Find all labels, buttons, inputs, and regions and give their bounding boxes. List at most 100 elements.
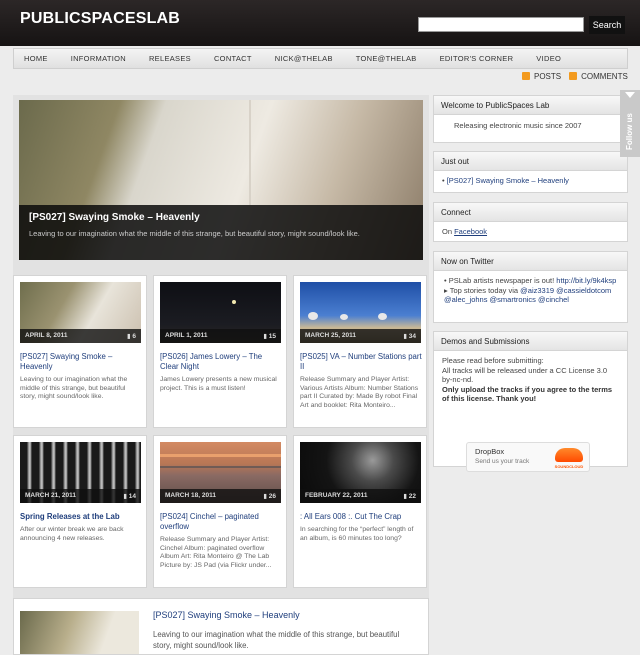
- soundcloud-logo: SOUNDCLOUD: [551, 446, 587, 470]
- nav-nick[interactable]: NICK@THELAB: [275, 49, 333, 68]
- demos-line: Please read before submitting:: [442, 356, 544, 365]
- post-card: APRIL 8, 2011 ▮ 6 [PS027] Swaying Smoke –…: [13, 275, 147, 428]
- tweet-text: PSLab artists newspaper is out!: [448, 276, 557, 285]
- connect-prefix: On: [442, 227, 455, 236]
- post-excerpt: Leaving to our imagination what the midd…: [20, 376, 128, 400]
- post-entry: [PS027] Swaying Smoke – Heavenly Leaving…: [13, 598, 429, 655]
- comment-count[interactable]: ▮ 14: [123, 492, 136, 500]
- comment-count[interactable]: ▮ 15: [263, 332, 276, 340]
- featured-description: Leaving to our imagination what the midd…: [29, 229, 360, 238]
- widget-just-out: Just out • [PS027] Swaying Smoke – Heave…: [433, 151, 628, 193]
- demos-line: All tracks will be released under a CC L…: [442, 365, 608, 385]
- soundcloud-dropbox[interactable]: DropBox Send us your track SOUNDCLOUD: [466, 442, 590, 472]
- post-excerpt: Leaving to our imagination what the midd…: [153, 630, 400, 650]
- dropbox-subtitle: Send us your track: [475, 458, 530, 465]
- post-title[interactable]: [PS027] Swaying Smoke – Heavenly: [20, 352, 142, 372]
- rss-icon: [569, 72, 578, 80]
- just-out-link[interactable]: [PS027] Swaying Smoke – Heavenly: [447, 176, 569, 185]
- comment-count[interactable]: ▮ 22: [403, 492, 416, 500]
- post-card: FEBRUARY 22, 2011 ▮ 22 : All Ears 008 :. …: [293, 435, 427, 588]
- post-thumbnail[interactable]: MARCH 25, 2011 ▮ 34: [300, 282, 421, 343]
- widget-title: Just out: [434, 152, 627, 171]
- widget-twitter: Now on Twitter • PSLab artists newspaper…: [433, 251, 628, 323]
- post-thumbnail[interactable]: [20, 611, 139, 654]
- search-button[interactable]: Search: [589, 16, 625, 34]
- widget-body: On Facebook: [434, 222, 627, 242]
- widget-welcome: Welcome to PublicSpaces Lab Releasing el…: [433, 95, 628, 143]
- post-meta-bar: FEBRUARY 22, 2011 ▮ 22: [300, 489, 421, 503]
- tweet-link[interactable]: http://bit.ly/9k4ksp: [556, 276, 616, 285]
- featured-caption: [PS027] Swaying Smoke – Heavenly Leaving…: [19, 205, 423, 260]
- follow-us-tab[interactable]: Follow us: [620, 90, 640, 157]
- comment-count[interactable]: ▮ 34: [403, 332, 416, 340]
- post-card: MARCH 25, 2011 ▮ 34 [PS025] VA – Number S…: [293, 275, 427, 428]
- post-excerpt: Release Summary and Player Artist: Cinch…: [160, 536, 272, 569]
- post-thumbnail[interactable]: APRIL 1, 2011 ▮ 15: [160, 282, 281, 343]
- post-date: MARCH 25, 2011: [305, 332, 356, 339]
- nav-releases[interactable]: RELEASES: [149, 49, 191, 68]
- post-date: FEBRUARY 22, 2011: [305, 492, 368, 499]
- post-title[interactable]: [PS026] James Lowery – The Clear Night: [160, 352, 282, 372]
- nav-video[interactable]: VIDEO: [536, 49, 561, 68]
- post-meta-bar: APRIL 8, 2011 ▮ 6: [20, 329, 141, 343]
- dropbox-title: DropBox: [475, 447, 505, 456]
- follow-us-label: Follow us: [625, 113, 634, 150]
- widget-body: • [PS027] Swaying Smoke – Heavenly: [442, 176, 569, 185]
- posts-feed-link[interactable]: POSTS: [522, 72, 561, 81]
- post-date: APRIL 1, 2011: [165, 332, 208, 339]
- site-logo[interactable]: PUBLICSPACESLAB: [20, 10, 180, 28]
- post-title[interactable]: : All Ears 008 :. Cut The Crap: [300, 512, 422, 522]
- post-date: APRIL 8, 2011: [25, 332, 68, 339]
- widget-title: Demos and Submissions: [434, 332, 627, 351]
- post-date: MARCH 21, 2011: [25, 492, 76, 499]
- widget-body: Please read before submitting: All track…: [434, 351, 627, 409]
- post-title[interactable]: [PS024] Cinchel – paginated overflow: [160, 512, 282, 532]
- widget-demos: Demos and Submissions Please read before…: [433, 331, 628, 472]
- post-thumbnail[interactable]: FEBRUARY 22, 2011 ▮ 22: [300, 442, 421, 503]
- post-date: MARCH 18, 2011: [165, 492, 216, 499]
- nav-tone[interactable]: TONE@THELAB: [356, 49, 417, 68]
- widget-body: Releasing electronic music since 2007: [454, 121, 582, 130]
- comment-count[interactable]: ▮ 26: [263, 492, 276, 500]
- top-bar: PUBLICSPACESLAB Search: [0, 0, 640, 46]
- post-title[interactable]: Spring Releases at the Lab: [20, 512, 142, 522]
- featured-slide[interactable]: [PS027] Swaying Smoke – Heavenly Leaving…: [19, 100, 423, 260]
- facebook-link[interactable]: Facebook: [454, 227, 487, 236]
- nav-information[interactable]: INFORMATION: [71, 49, 126, 68]
- widget-title: Connect: [434, 203, 627, 222]
- comments-feed-label: COMMENTS: [581, 72, 628, 81]
- featured-image-detail: [249, 100, 251, 205]
- post-thumbnail[interactable]: APRIL 8, 2011 ▮ 6: [20, 282, 141, 343]
- post-meta-bar: MARCH 21, 2011 ▮ 14: [20, 489, 141, 503]
- comment-count[interactable]: ▮ 6: [127, 332, 136, 340]
- post-card: MARCH 18, 2011 ▮ 26 [PS024] Cinchel – pag…: [153, 435, 287, 588]
- nav-contact[interactable]: CONTACT: [214, 49, 252, 68]
- search-input[interactable]: [418, 17, 584, 32]
- post-thumbnail[interactable]: MARCH 21, 2011 ▮ 14: [20, 442, 141, 503]
- widget-connect: Connect On Facebook: [433, 202, 628, 242]
- post-excerpt: In searching for the “perfect” length of…: [300, 526, 414, 542]
- post-title[interactable]: [PS027] Swaying Smoke – Heavenly: [153, 610, 300, 620]
- posts-feed-label: POSTS: [534, 72, 562, 81]
- post-excerpt: James Lowery presents a new musical proj…: [160, 376, 277, 392]
- widget-title: Welcome to PublicSpaces Lab: [434, 96, 627, 115]
- featured-title[interactable]: [PS027] Swaying Smoke – Heavenly: [29, 212, 413, 223]
- demos-line: Only upload the tracks if you agree to t…: [442, 384, 613, 404]
- chevron-down-icon: [625, 92, 635, 98]
- nav-home[interactable]: HOME: [24, 49, 48, 68]
- widget-title: Now on Twitter: [434, 252, 627, 271]
- comments-feed-link[interactable]: COMMENTS: [569, 72, 628, 81]
- antenna-detail: [308, 312, 318, 320]
- post-meta-bar: APRIL 1, 2011 ▮ 15: [160, 329, 281, 343]
- post-excerpt: After our winter break we are back annou…: [20, 526, 124, 542]
- post-excerpt: Release Summary and Player Artist: Vario…: [300, 376, 419, 409]
- stripe-detail: [160, 466, 281, 468]
- moon-detail: [232, 300, 236, 304]
- nav-editors-corner[interactable]: EDITOR'S CORNER: [440, 49, 514, 68]
- rss-icon: [522, 72, 530, 80]
- post-card: APRIL 1, 2011 ▮ 15 [PS026] James Lowery –…: [153, 275, 287, 428]
- widget-body: • PSLab artists newspaper is out! http:/…: [444, 276, 617, 304]
- stripe-detail: [160, 454, 281, 457]
- post-title[interactable]: [PS025] VA – Number Stations part II: [300, 352, 422, 372]
- post-thumbnail[interactable]: MARCH 18, 2011 ▮ 26: [160, 442, 281, 503]
